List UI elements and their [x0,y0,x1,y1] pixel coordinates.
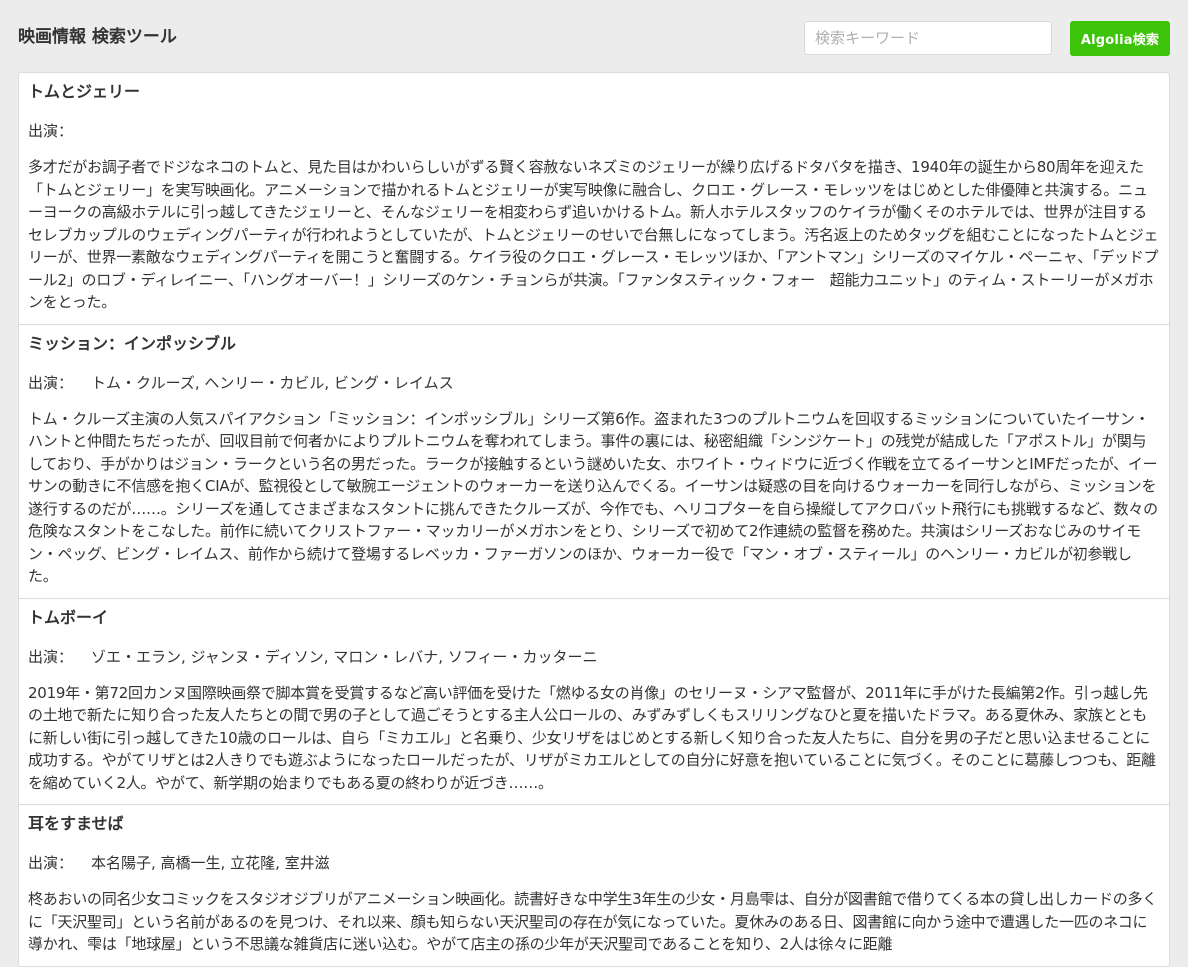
search-input[interactable] [804,21,1052,55]
cast-label: 出演： [28,854,74,872]
algolia-search-button[interactable]: Algolia検索 [1070,21,1170,56]
cast-line: 出演： [28,120,1160,142]
movie-synopsis: トム・クルーズ主演の人気スパイアクション「ミッション：インポッシブル」シリーズ第… [28,409,1158,586]
page-title: 映画情報 検索ツール [18,27,177,47]
cast-names: ゾエ・エラン, ジャンヌ・ディソン, マロン・レバナ, ソフィー・カッターニ [91,647,598,666]
results-list: トムとジェリー 出演： 多才だがお調子者でドジなネコのトムと、見た目はかわいらし… [18,72,1170,967]
movie-card: 耳をすませば 出演： 本名陽子, 高橋一生, 立花隆, 室井滋 柊あおいの同名少女… [19,804,1169,966]
header: 映画情報 検索ツール Algolia検索 [0,0,1188,72]
cast-label: 出演： [28,647,74,666]
movie-card: ミッション：インポッシブル 出演： トム・クルーズ, ヘンリー・カビル, ビング・… [19,323,1169,598]
movie-title: ミッション：インポッシブル [28,333,237,353]
cast-label: 出演： [28,122,74,140]
cast-names: 本名陽子, 高橋一生, 立花隆, 室井滋 [91,854,330,872]
movie-title: トムとジェリー [28,82,141,101]
movie-card: トムボーイ 出演： ゾエ・エラン, ジャンヌ・ディソン, マロン・レバナ, ソフィ… [19,597,1169,805]
movie-synopsis: 多才だがお調子者でドジなネコのトムと、見た目はかわいらしいがずる賢く容赦ないネズ… [28,158,1159,311]
movie-title: トムボーイ [28,607,109,627]
movie-title: 耳をすませば [28,814,124,833]
cast-label: 出演： [28,373,74,392]
cast-names: トム・クルーズ, ヘンリー・カビル, ビング・レイムス [91,373,454,392]
movie-synopsis: 柊あおいの同名少女コミックをスタジオジブリがアニメーション映画化。読書好きな中学… [28,890,1157,953]
cast-line: 出演： 本名陽子, 高橋一生, 立花隆, 室井滋 [28,852,1160,874]
movie-synopsis: 2019年・第72回カンヌ国際映画祭で脚本賞を受賞するなど高い評価を受けた「燃ゆ… [28,683,1156,792]
cast-line: 出演： ゾエ・エラン, ジャンヌ・ディソン, マロン・レバナ, ソフィー・カッター… [28,646,1160,668]
movie-card: トムとジェリー 出演： 多才だがお調子者でドジなネコのトムと、見た目はかわいらし… [19,73,1169,324]
cast-line: 出演： トム・クルーズ, ヘンリー・カビル, ビング・レイムス [28,372,1160,394]
